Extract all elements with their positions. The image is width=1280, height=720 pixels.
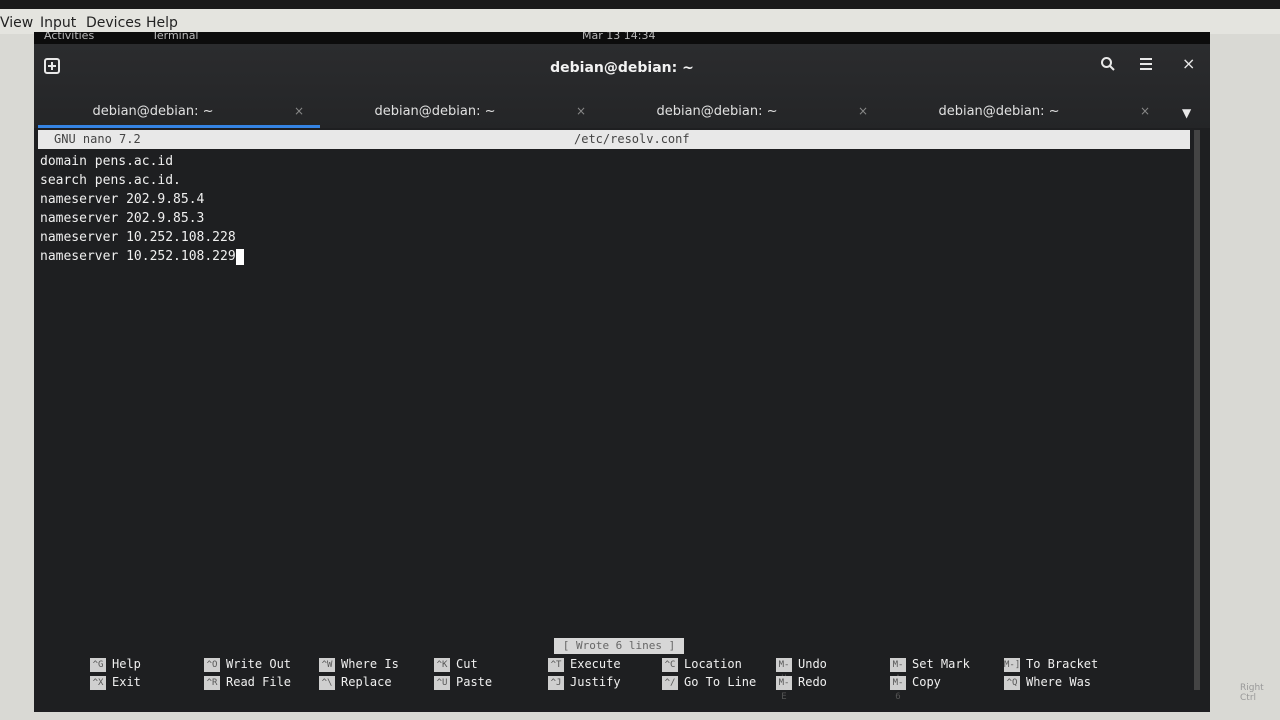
shortcut-where-was[interactable]: ^Q Where Was — [1004, 674, 1091, 690]
host-menubar: View Input Devices Help — [0, 0, 1280, 34]
shortcut-key: ^T — [548, 657, 564, 672]
tab-label: debian@debian: ~ — [92, 104, 214, 119]
shortcut-key: M-U — [776, 657, 792, 684]
nano-status-message: [ Wrote 6 lines ] — [554, 638, 684, 654]
shortcut-read-file[interactable]: ^R Read File — [204, 674, 291, 690]
shortcut-label: Set Mark — [912, 657, 970, 671]
gnome-top-bar: Activities Terminal Mar 13 14:34 — [34, 32, 1210, 44]
shortcut-exit[interactable]: ^X Exit — [90, 674, 141, 690]
clock[interactable]: Mar 13 14:34 — [582, 32, 655, 42]
tab-label: debian@debian: ~ — [374, 104, 496, 119]
tab-close-icon[interactable]: × — [576, 104, 586, 118]
text-cursor — [235, 248, 244, 265]
nano-editor[interactable]: domain pens.ac.id search pens.ac.id. nam… — [40, 152, 1170, 632]
nano-filename: /etc/resolv.conf — [574, 132, 690, 146]
tab-3[interactable]: debian@debian: ~ × — [602, 102, 884, 128]
shortcut-key: ^U — [434, 675, 450, 690]
shortcut-key: ^Q — [1004, 675, 1020, 690]
shortcut-cut[interactable]: ^K Cut — [434, 656, 478, 672]
search-icon[interactable] — [1100, 56, 1116, 76]
shortcut-key: ^W — [319, 657, 335, 672]
host-menu-view[interactable]: View — [0, 15, 33, 31]
tabs-dropdown-icon[interactable]: ▼ — [1182, 106, 1191, 120]
shortcut-key: ^X — [90, 675, 106, 690]
shortcut-key: M-6 — [890, 675, 906, 702]
file-line: nameserver 202.9.85.4 — [40, 192, 205, 207]
host-menu-devices[interactable]: Devices — [86, 15, 141, 31]
shortcut-label: Exit — [112, 675, 141, 689]
shortcut-go-to-line[interactable]: ^/ Go To Line — [662, 674, 756, 690]
shortcut-label: Paste — [456, 675, 493, 689]
shortcut-key: ^C — [662, 657, 678, 672]
file-line: nameserver 10.252.108.228 — [40, 230, 236, 245]
shortcut-key: ^O — [204, 657, 220, 672]
shortcut-label: To Bracket — [1026, 657, 1099, 671]
file-line: nameserver 202.9.85.3 — [40, 211, 205, 226]
shortcut-label: Read File — [226, 675, 292, 689]
shortcut-label: Write Out — [226, 657, 292, 671]
shortcut-write-out[interactable]: ^O Write Out — [204, 656, 291, 672]
nano-version: GNU nano 7.2 — [54, 132, 141, 146]
shortcut-key: ^\ — [319, 675, 335, 690]
shortcut-key: ^/ — [662, 675, 678, 690]
tab-label: debian@debian: ~ — [656, 104, 778, 119]
shortcut-label: Replace — [341, 675, 392, 689]
shortcut-where-is[interactable]: ^W Where Is — [319, 656, 399, 672]
host-key-indicator: Right Ctrl — [1240, 683, 1264, 703]
hamburger-menu-icon[interactable] — [1138, 56, 1154, 76]
shortcut-paste[interactable]: ^U Paste — [434, 674, 492, 690]
shortcut-label: Help — [112, 657, 141, 671]
tab-4[interactable]: debian@debian: ~ × — [884, 102, 1166, 128]
shortcut-key: ^G — [90, 657, 106, 672]
file-line: search pens.ac.id. — [40, 173, 181, 188]
shortcut-set-mark[interactable]: M-A Set Mark — [890, 656, 970, 684]
terminal-headerbar: debian@debian: ~ × debian@debian: ~ × de… — [34, 44, 1210, 128]
shortcut-label: Redo — [798, 675, 827, 689]
shortcut-redo[interactable]: M-E Redo — [776, 674, 827, 702]
shortcut-replace[interactable]: ^\ Replace — [319, 674, 392, 690]
terminal-title: debian@debian: ~ — [550, 60, 694, 76]
shortcut-key: ^R — [204, 675, 220, 690]
shortcut-label: Go To Line — [684, 675, 757, 689]
shortcut-label: Justify — [570, 675, 621, 689]
shortcut-label: Execute — [570, 657, 621, 671]
nano-titlebar: GNU nano 7.2 /etc/resolv.conf — [38, 130, 1190, 149]
host-title-strip — [0, 0, 1280, 9]
tab-label: debian@debian: ~ — [938, 104, 1060, 119]
file-line-text: nameserver 10.252.108.229 — [40, 249, 236, 264]
shortcut-copy[interactable]: M-6 Copy — [890, 674, 941, 702]
host-menu-help[interactable]: Help — [146, 15, 178, 31]
shortcut-help[interactable]: ^G Help — [90, 656, 141, 672]
tab-close-icon[interactable]: × — [858, 104, 868, 118]
shortcut-label: Location — [684, 657, 742, 671]
shortcut-execute[interactable]: ^T Execute — [548, 656, 621, 672]
shortcut-location[interactable]: ^C Location — [662, 656, 742, 672]
file-line-current: nameserver 10.252.108.229 — [40, 247, 1170, 266]
terminal-scrollbar[interactable] — [1194, 130, 1200, 690]
shortcut-undo[interactable]: M-U Undo — [776, 656, 827, 684]
shortcut-label: Cut — [456, 657, 478, 671]
shortcut-key: M-A — [890, 657, 906, 684]
shortcut-label: Where Is — [341, 657, 399, 671]
shortcut-to-bracket[interactable]: M-] To Bracket — [1004, 656, 1098, 672]
shortcut-label: Copy — [912, 675, 941, 689]
host-menu-input[interactable]: Input — [40, 15, 76, 31]
shortcut-label: Where Was — [1026, 675, 1092, 689]
app-menu-terminal[interactable]: Terminal — [152, 32, 199, 42]
nano-shortcut-bar: ^G Help ^O Write Out ^W Where Is ^K Cut ^T Ex… — [90, 656, 1190, 702]
shortcut-key: M-] — [1004, 657, 1021, 672]
shortcut-key: ^J — [548, 675, 564, 690]
guest-screen: Activities Terminal Mar 13 14:34 debian@… — [34, 32, 1210, 712]
shortcut-justify[interactable]: ^J Justify — [548, 674, 621, 690]
close-window-icon[interactable]: × — [1182, 54, 1195, 73]
tab-close-icon[interactable]: × — [1140, 104, 1150, 118]
tab-2[interactable]: debian@debian: ~ × — [320, 102, 602, 128]
shortcut-key: ^K — [434, 657, 450, 672]
activities-button[interactable]: Activities — [44, 32, 94, 42]
tab-close-icon[interactable]: × — [294, 104, 304, 118]
file-line: domain pens.ac.id — [40, 154, 174, 169]
shortcut-key: M-E — [776, 675, 792, 702]
tab-1[interactable]: debian@debian: ~ × — [38, 102, 320, 128]
shortcut-label: Undo — [798, 657, 827, 671]
